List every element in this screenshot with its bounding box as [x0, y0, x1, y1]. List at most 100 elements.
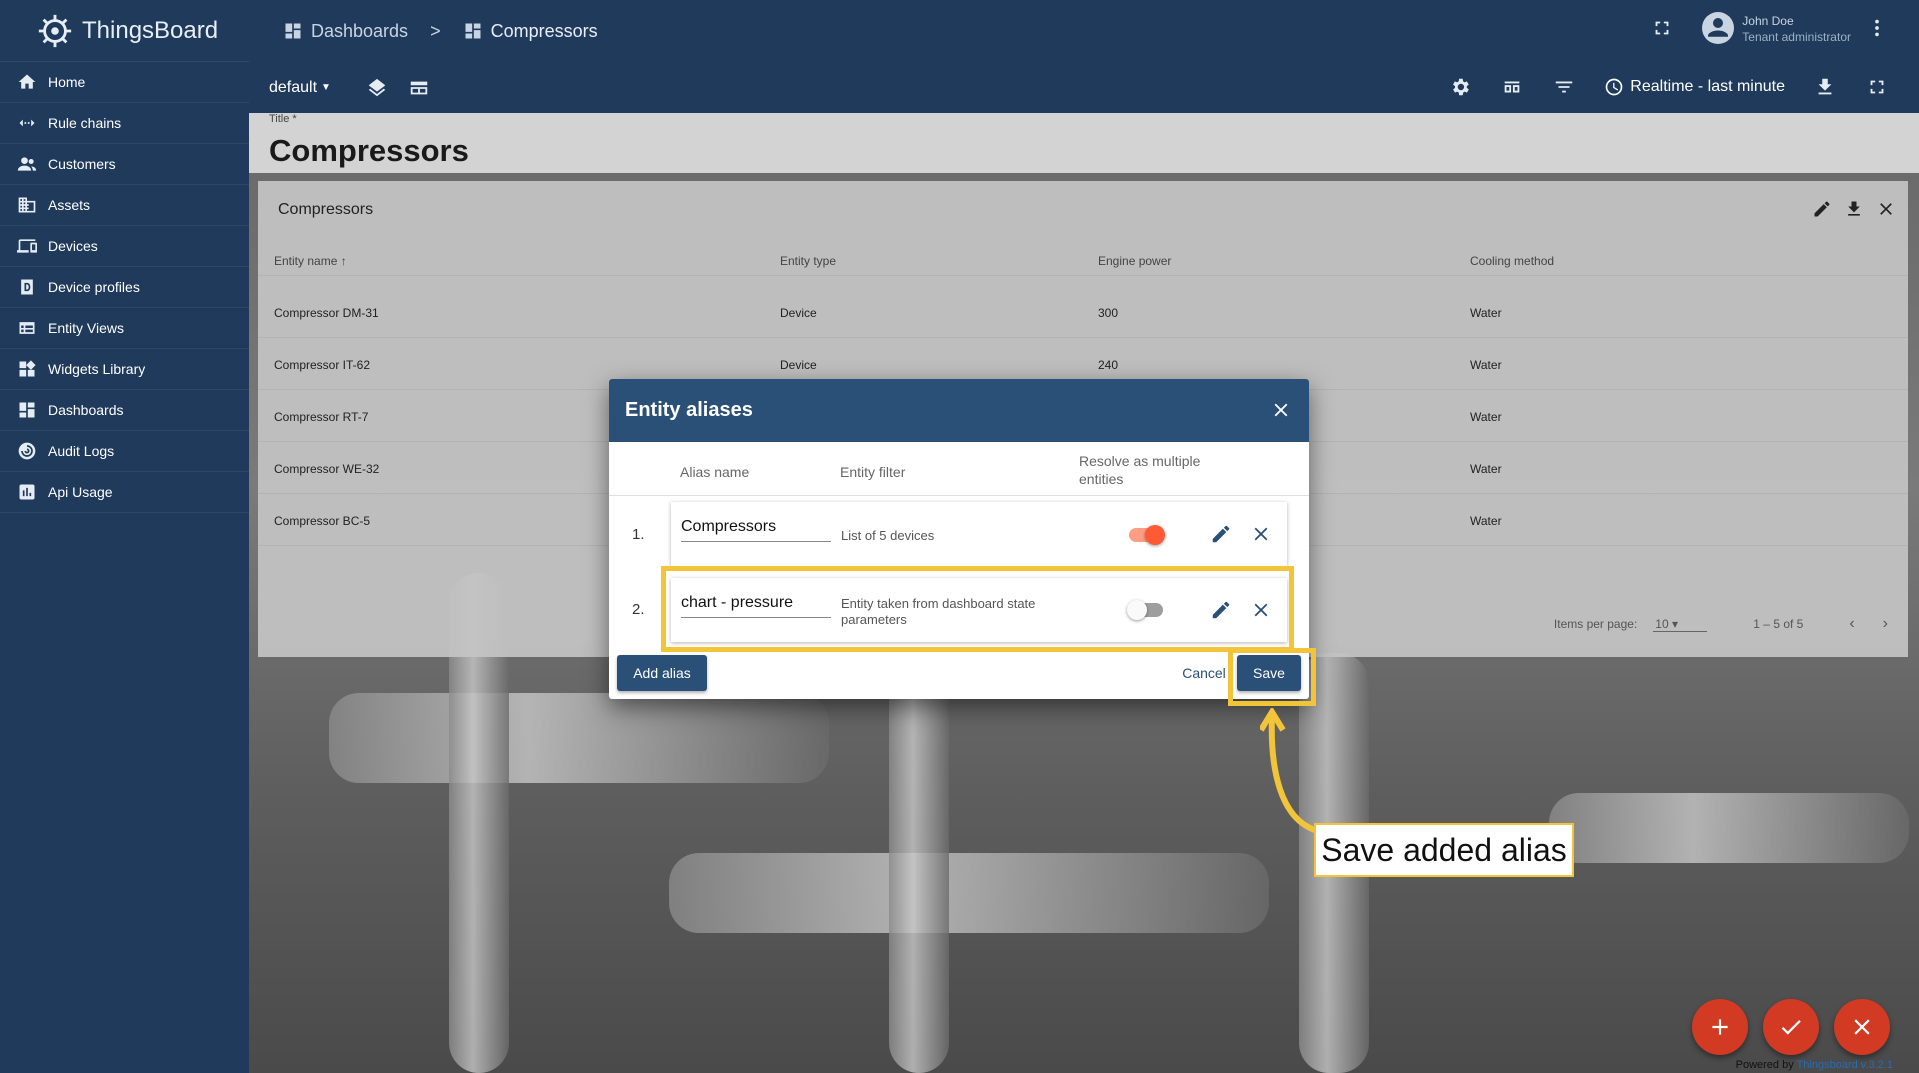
sidebar-item-rule-chains[interactable]: Rule chains: [0, 103, 249, 144]
edit-icon[interactable]: [1209, 522, 1233, 546]
sidebar-item-assets[interactable]: Assets: [0, 185, 249, 226]
remove-icon[interactable]: [1249, 522, 1273, 546]
breadcrumb-separator: >: [430, 20, 441, 41]
settings-icon[interactable]: [1448, 75, 1472, 99]
version-link[interactable]: Thingsboard v.3.2.1: [1797, 1059, 1893, 1071]
download-icon[interactable]: [1813, 75, 1837, 99]
cell-engine-power: 300: [1098, 306, 1119, 320]
close-icon[interactable]: [1876, 199, 1896, 224]
sidebar-item-label: Widgets Library: [48, 361, 146, 377]
powered-by: Powered by Thingsboard v.3.2.1: [1736, 1059, 1893, 1071]
layout-icon[interactable]: [407, 76, 431, 100]
discard-changes-button[interactable]: [1834, 999, 1890, 1055]
resolve-multiple-toggle[interactable]: [1129, 525, 1165, 545]
chevron-right-icon[interactable]: ›: [1883, 615, 1888, 633]
entity-views-icon: [16, 317, 38, 339]
alias-index: 1.: [632, 526, 645, 543]
background-pipe: [329, 693, 829, 783]
alias-name-input[interactable]: Compressors: [681, 518, 831, 542]
check-icon: [1781, 1020, 1801, 1035]
sidebar-item-widgets-library[interactable]: Widgets Library: [0, 349, 249, 390]
apply-changes-button[interactable]: [1763, 999, 1819, 1055]
sort-arrow-icon: ↑: [340, 254, 347, 268]
widget-title: Compressors: [278, 201, 374, 218]
column-header-entity-type[interactable]: Entity type: [780, 254, 836, 268]
user-menu: John Doe Tenant administrator: [1650, 12, 1889, 44]
paginator: Items per page: 10 ▾ 1 – 5 of 5 ‹ ›: [1554, 615, 1888, 633]
clock-icon: [1605, 78, 1623, 96]
highlight-save-button: [1228, 648, 1316, 706]
highlight-new-alias: [661, 566, 1294, 652]
page-range: 1 – 5 of 5: [1753, 617, 1804, 631]
top-bar: Dashboards > Compressors John Doe Tenant…: [249, 0, 1919, 62]
widget-actions: [1812, 199, 1896, 224]
alias-entity-filter: List of 5 devices: [841, 528, 935, 543]
close-icon[interactable]: [1269, 398, 1293, 422]
column-resolve-multiple: Resolve as multiple entities: [1079, 453, 1201, 487]
sidebar-item-customers[interactable]: Customers: [0, 144, 249, 185]
dashboard-icon: [465, 23, 481, 39]
sidebar-item-label: Device profiles: [48, 279, 140, 295]
audit-logs-icon: [16, 440, 38, 462]
app-logo[interactable]: ThingsBoard: [0, 0, 249, 62]
toggle-knob: [1145, 525, 1165, 545]
add-alias-button[interactable]: Add alias: [617, 655, 707, 691]
user-role: Tenant administrator: [1742, 30, 1851, 44]
dashboard-title-field[interactable]: Title * Compressors: [249, 113, 1919, 173]
entity-aliases-icon[interactable]: [1500, 75, 1524, 99]
items-per-page-select[interactable]: 10 ▾: [1653, 617, 1708, 632]
alias-table-header: Alias name Entity filter Resolve as mult…: [609, 442, 1309, 496]
table-row[interactable]: Compressor DM-31 Device 300 Water: [258, 286, 1908, 338]
fullscreen-icon[interactable]: [1650, 16, 1674, 40]
column-header-entity-name[interactable]: Entity name ↑: [274, 254, 347, 268]
sidebar-item-dashboards[interactable]: Dashboards: [0, 390, 249, 431]
sidebar-item-api-usage[interactable]: Api Usage: [0, 472, 249, 513]
cell-cooling-method: Water: [1470, 410, 1502, 424]
sidebar-item-label: Api Usage: [48, 484, 113, 500]
sidebar-item-home[interactable]: Home: [0, 62, 249, 103]
close-icon: [1854, 1019, 1870, 1035]
sidebar-item-devices[interactable]: Devices: [0, 226, 249, 267]
sidebar-item-label: Devices: [48, 238, 98, 254]
edit-icon[interactable]: [1812, 199, 1832, 224]
layers-icon[interactable]: [365, 76, 389, 100]
cell-engine-power: 240: [1098, 358, 1119, 372]
timewindow-label: Realtime - last minute: [1630, 78, 1785, 95]
plus-icon: [1712, 1019, 1728, 1035]
column-header-cooling-method[interactable]: Cooling method: [1470, 254, 1554, 268]
cell-entity-type: Device: [780, 358, 817, 372]
state-select[interactable]: default ▼: [269, 79, 331, 97]
sidebar-item-audit-logs[interactable]: Audit Logs: [0, 431, 249, 472]
dialog-header: Entity aliases: [609, 379, 1309, 442]
chevron-left-icon[interactable]: ‹: [1849, 615, 1854, 633]
sidebar-item-label: Dashboards: [48, 402, 124, 418]
sidebar-item-device-profiles[interactable]: Device profiles: [0, 267, 249, 308]
cell-cooling-method: Water: [1470, 358, 1502, 372]
fullscreen-icon[interactable]: [1865, 75, 1889, 99]
user-name: John Doe: [1742, 14, 1794, 28]
sidebar-item-entity-views[interactable]: Entity Views: [0, 308, 249, 349]
breadcrumb-current: Compressors: [463, 21, 598, 42]
dropdown-arrow-icon: ▼: [321, 82, 331, 93]
avatar[interactable]: [1702, 12, 1735, 44]
cell-entity-type: Device: [780, 306, 817, 320]
assets-icon: [16, 194, 38, 216]
column-alias-name: Alias name: [680, 464, 750, 480]
sidebar-item-label: Rule chains: [48, 115, 122, 131]
add-widget-button[interactable]: [1692, 999, 1748, 1055]
page-title[interactable]: Compressors: [269, 133, 469, 169]
column-header-engine-power[interactable]: Engine power: [1098, 254, 1171, 268]
state-select-value: default: [269, 78, 318, 96]
devices-icon: [16, 235, 38, 257]
toolbar-actions: Realtime - last minute: [1448, 75, 1889, 99]
filter-icon[interactable]: [1552, 75, 1576, 99]
more-vert-icon[interactable]: [1865, 16, 1889, 40]
dashboards-icon: [285, 23, 301, 39]
annotation-callout: Save added alias: [1314, 823, 1574, 877]
breadcrumb-dashboards[interactable]: Dashboards: [283, 21, 408, 42]
title-label: Title *: [269, 113, 297, 125]
download-icon[interactable]: [1844, 199, 1864, 224]
cell-entity-name: Compressor IT-62: [274, 358, 371, 372]
sidebar-item-label: Entity Views: [48, 320, 124, 336]
timewindow-button[interactable]: Realtime - last minute: [1604, 77, 1785, 97]
